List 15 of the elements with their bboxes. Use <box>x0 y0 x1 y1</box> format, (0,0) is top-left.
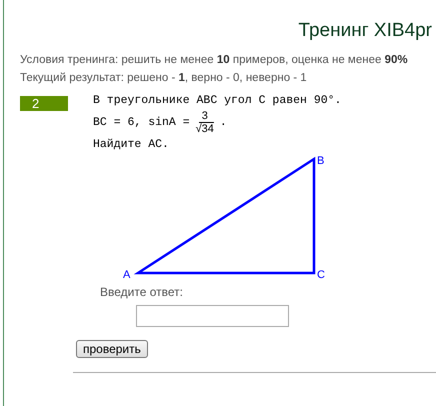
vertex-label: C <box>317 269 325 281</box>
task-number: 2 <box>20 96 68 111</box>
answer-label: Введите ответ: <box>100 285 184 299</box>
answer-field[interactable] <box>136 305 289 327</box>
training-conditions: Условия тренинга: решить не менее 10 примеров, оценка не менее 90% <box>20 54 409 66</box>
period: . <box>220 116 227 129</box>
current-result: Текущий результат: решено - 1, верно - 0, неверно - 1 <box>20 72 308 84</box>
check-button[interactable]: проверить <box>76 340 148 358</box>
fraction: 3 √34 <box>196 110 214 135</box>
vertex-label: B <box>317 155 324 167</box>
problem-text: В треугольнике ABC угол C равен 90°. <box>93 94 342 107</box>
vertex-label: A <box>123 269 130 281</box>
problem-text: Найдите AC. <box>93 138 170 151</box>
problem-text: BC = 6, sinA = <box>93 116 190 129</box>
page-title: Тренинг XIB4pr <box>298 20 432 43</box>
